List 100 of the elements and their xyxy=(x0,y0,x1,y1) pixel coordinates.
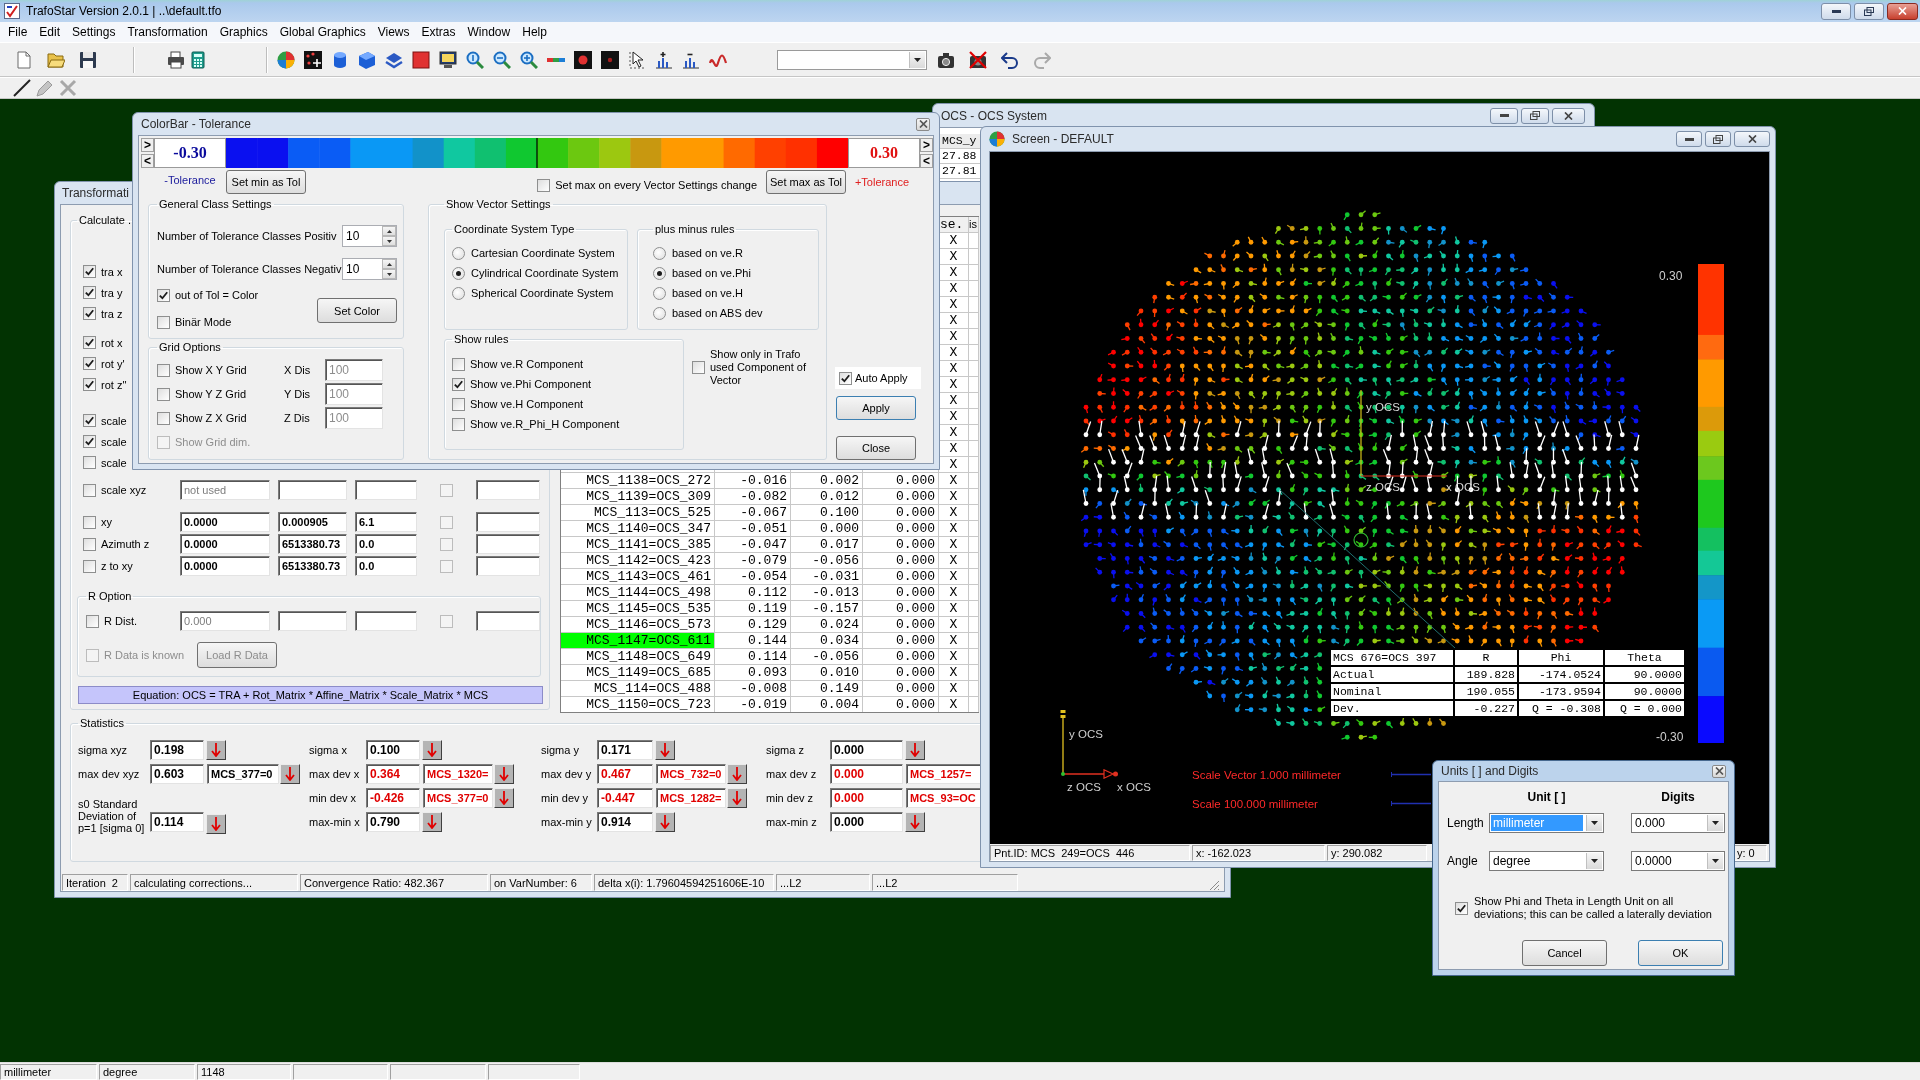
checkbox[interactable] xyxy=(83,357,96,370)
input-field[interactable] xyxy=(355,611,417,631)
input-field[interactable]: 6513380.73 xyxy=(278,534,347,554)
undo-icon[interactable] xyxy=(1001,50,1019,69)
checkbox[interactable] xyxy=(157,387,170,401)
value-field[interactable]: 0.790 xyxy=(366,812,420,832)
dialog-button[interactable]: OK xyxy=(1638,940,1723,966)
digits-dropdown[interactable]: 0.0000 xyxy=(1631,851,1725,871)
scatter-icon[interactable] xyxy=(304,50,322,69)
restore-button[interactable] xyxy=(1705,131,1731,147)
point-field[interactable]: MCS_93=OC xyxy=(906,788,981,808)
set-min-button[interactable]: Set min as Tol xyxy=(226,170,306,194)
value-field[interactable]: 0.467 xyxy=(597,764,653,784)
value-field[interactable]: 0.114 xyxy=(150,812,204,832)
point-field[interactable]: MCS_1257= xyxy=(906,764,981,784)
checkbox[interactable] xyxy=(157,363,170,377)
column-header[interactable]: is xyxy=(969,217,979,233)
checkbox[interactable] xyxy=(83,307,96,320)
pick-button[interactable] xyxy=(422,740,442,760)
close-button[interactable] xyxy=(1712,764,1726,778)
line-icon[interactable] xyxy=(13,79,31,97)
pick-button[interactable] xyxy=(206,814,226,834)
printer-icon[interactable] xyxy=(167,50,185,69)
step-button[interactable]: > xyxy=(920,138,933,152)
pick-button[interactable] xyxy=(280,764,300,784)
dialog-button[interactable]: Close xyxy=(836,436,916,460)
input-field[interactable] xyxy=(278,480,347,500)
menu-item[interactable]: Settings xyxy=(66,25,122,39)
input-field[interactable]: 0.0 xyxy=(355,534,417,554)
pick-button[interactable] xyxy=(905,740,925,760)
input-field[interactable] xyxy=(476,512,540,532)
value-field[interactable]: 0.171 xyxy=(597,740,653,760)
radio-button[interactable] xyxy=(452,246,465,260)
checkbox[interactable] xyxy=(692,360,705,374)
square-icon[interactable] xyxy=(412,50,430,69)
checkbox[interactable] xyxy=(1455,901,1468,915)
set-color-button[interactable]: Set Color xyxy=(317,298,397,323)
input-field[interactable]: 0.0000 xyxy=(180,556,270,576)
app-icon[interactable] xyxy=(4,3,20,19)
toolbar-dropdown[interactable] xyxy=(777,49,927,70)
checkbox[interactable] xyxy=(83,378,96,391)
value-field[interactable]: -0.447 xyxy=(597,788,653,808)
spin-down-button[interactable] xyxy=(382,236,396,246)
pick-button[interactable] xyxy=(494,788,514,808)
new-file-icon[interactable] xyxy=(15,50,33,69)
zoom-in-icon[interactable] xyxy=(520,50,538,69)
checkbox[interactable] xyxy=(452,417,465,431)
cylinder-icon[interactable] xyxy=(331,50,349,69)
radio-button[interactable] xyxy=(653,266,666,280)
pick-button[interactable] xyxy=(905,812,925,832)
spin-field[interactable]: 10 xyxy=(342,258,397,280)
point-field[interactable]: MCS_1282= xyxy=(656,788,726,808)
value-field[interactable]: 0.198 xyxy=(150,740,204,760)
calculator-icon[interactable] xyxy=(189,50,207,69)
menu-item[interactable]: Window xyxy=(461,25,517,39)
checkbox[interactable] xyxy=(83,336,96,349)
restore-button[interactable] xyxy=(1854,2,1884,20)
close-button[interactable] xyxy=(1552,107,1585,124)
minimize-button[interactable] xyxy=(1490,107,1518,124)
radio-button[interactable] xyxy=(452,266,465,280)
dialog-button[interactable]: Apply xyxy=(836,396,916,420)
checkbox[interactable] xyxy=(440,537,453,551)
radio-button[interactable] xyxy=(653,286,666,300)
input-field[interactable] xyxy=(476,611,540,631)
menu-item[interactable]: Extras xyxy=(415,25,462,39)
pick-button[interactable] xyxy=(206,740,226,760)
digits-dropdown[interactable]: 0.000 xyxy=(1631,813,1725,833)
pick-button[interactable] xyxy=(422,812,442,832)
dot-square-icon[interactable] xyxy=(574,50,592,69)
checkbox[interactable] xyxy=(83,537,96,551)
pick-button[interactable] xyxy=(494,764,514,784)
minimize-button[interactable] xyxy=(1821,2,1851,20)
close-button[interactable] xyxy=(1887,2,1918,20)
pick-button[interactable] xyxy=(727,764,747,784)
menu-item[interactable]: Transformation xyxy=(121,25,214,39)
close-button[interactable] xyxy=(916,117,930,131)
value-field[interactable]: -0.426 xyxy=(366,788,420,808)
pick-button[interactable] xyxy=(655,740,675,760)
open-folder-icon[interactable] xyxy=(47,50,65,69)
radio-button[interactable] xyxy=(452,286,465,300)
checkbox[interactable] xyxy=(452,357,465,371)
step-button[interactable]: < xyxy=(920,154,933,168)
spin-up-button[interactable] xyxy=(382,226,396,236)
minimize-button[interactable] xyxy=(1676,131,1702,147)
zoom-out-icon[interactable] xyxy=(493,50,511,69)
checkbox[interactable] xyxy=(157,288,170,302)
value-field[interactable]: 0.603 xyxy=(150,764,204,784)
menu-item[interactable]: File xyxy=(2,25,34,39)
checkbox[interactable] xyxy=(83,435,96,448)
checkbox[interactable] xyxy=(440,515,453,529)
point-field[interactable]: MCS_377=0 xyxy=(207,764,279,784)
input-field[interactable]: 6513380.73 xyxy=(278,556,347,576)
camera-icon[interactable] xyxy=(937,50,955,69)
menu-item[interactable]: Help xyxy=(516,25,553,39)
spin-down-button[interactable] xyxy=(382,269,396,279)
input-field[interactable] xyxy=(476,480,540,500)
value-field[interactable]: 0.000 xyxy=(830,812,903,832)
min-value-field[interactable]: -0.30 xyxy=(154,138,226,168)
resize-grip-icon[interactable] xyxy=(1209,880,1220,891)
input-field[interactable] xyxy=(476,534,540,554)
